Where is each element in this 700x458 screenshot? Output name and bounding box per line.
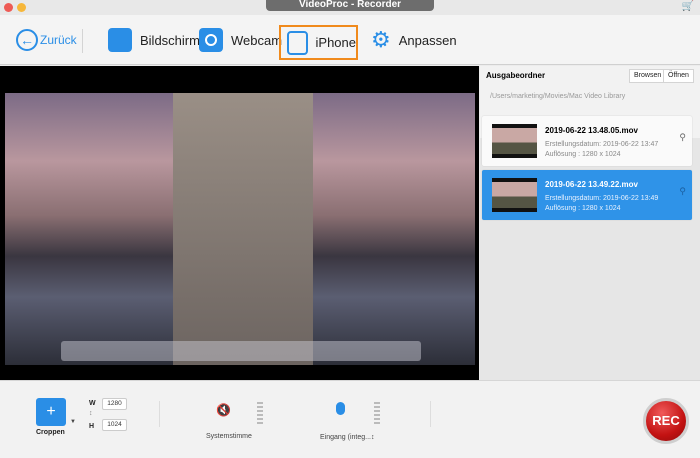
dock-image — [61, 341, 421, 361]
file-item[interactable]: 2019-06-22 13.48.05.mov Erstellungsdatum… — [482, 116, 692, 166]
open-button[interactable]: Öffnen — [663, 69, 694, 83]
width-input[interactable]: 1280 — [102, 398, 127, 410]
control-bar: + ▼ Croppen W ↕ H 1280 1024 🔇 Systemstim… — [0, 380, 700, 458]
back-button[interactable]: ← Zurück — [16, 15, 77, 65]
tab-screen[interactable]: Bildschirm — [108, 15, 200, 65]
tab-iphone[interactable]: iPhone — [279, 25, 358, 60]
monitor-icon — [108, 28, 132, 52]
gear-icon: ⚙ — [371, 27, 391, 52]
tab-screen-label: Bildschirm — [140, 32, 200, 48]
desktop-preview-image — [5, 93, 475, 365]
back-label: Zurück — [40, 33, 77, 47]
crop-label: Croppen — [36, 429, 65, 436]
input-source-select[interactable]: Eingang (integ...↕ — [320, 434, 374, 441]
close-window-button[interactable] — [4, 3, 13, 12]
tab-iphone-label: iPhone — [315, 35, 356, 50]
video-thumbnail — [492, 124, 537, 158]
output-folder-label: Ausgabeordner — [486, 71, 546, 80]
title-bar: VideoProc - Recorder 🛒 — [0, 0, 700, 15]
tab-customize-label: Anpassen — [398, 32, 457, 48]
toolbar: ← Zurück Bildschirm Webcam iPhone ⚙ Anpa… — [0, 15, 700, 65]
screen-preview — [0, 66, 479, 380]
link-icon[interactable]: ↕ — [89, 410, 93, 417]
record-button[interactable]: REC — [643, 398, 689, 444]
output-panel: Ausgabeordner Browsen Öffnen /Users/mark… — [480, 66, 700, 380]
back-arrow-icon: ← — [16, 29, 38, 51]
input-volume-slider[interactable] — [374, 402, 380, 424]
crop-dropdown-icon[interactable]: ▼ — [70, 419, 76, 425]
window-title: VideoProc - Recorder — [266, 0, 434, 11]
search-icon[interactable]: ⚲ — [679, 132, 686, 143]
webcam-icon — [199, 28, 223, 52]
search-icon[interactable]: ⚲ — [679, 186, 686, 197]
tab-customize[interactable]: ⚙ Anpassen — [371, 15, 457, 65]
system-audio-label: Systemstimme — [206, 433, 252, 440]
tab-webcam-label: Webcam — [231, 32, 283, 48]
file-resolution: Auflösung : 1280 x 1024 — [545, 151, 621, 158]
file-item-selected[interactable]: 2019-06-22 13.49.22.mov Erstellungsdatum… — [482, 170, 692, 220]
minimize-window-button[interactable] — [17, 3, 26, 12]
file-name: 2019-06-22 13.49.22.mov — [545, 180, 638, 189]
iphone-mirror-image — [173, 93, 313, 365]
system-volume-slider[interactable] — [257, 402, 263, 424]
file-name: 2019-06-22 13.48.05.mov — [545, 126, 638, 135]
video-thumbnail — [492, 178, 537, 212]
output-path: /Users/marketing/Movies/Mac Video Librar… — [490, 93, 626, 100]
file-created: Erstellungsdatum: 2019-06-22 13:47 — [545, 141, 659, 148]
iphone-record-icon — [287, 30, 308, 55]
crop-icon: + — [46, 403, 56, 420]
microphone-icon[interactable] — [336, 402, 345, 415]
crop-button[interactable]: + — [36, 398, 66, 426]
cart-icon[interactable]: 🛒 — [682, 1, 694, 12]
height-input[interactable]: 1024 — [102, 419, 127, 431]
width-label: W — [89, 400, 96, 407]
speaker-muted-icon[interactable]: 🔇 — [216, 403, 231, 417]
height-label: H — [89, 423, 95, 430]
browse-button[interactable]: Browsen — [629, 69, 667, 83]
file-resolution: Auflösung : 1280 x 1024 — [545, 205, 621, 212]
file-created: Erstellungsdatum: 2019-06-22 13:49 — [545, 195, 659, 202]
tab-webcam[interactable]: Webcam — [199, 15, 282, 65]
